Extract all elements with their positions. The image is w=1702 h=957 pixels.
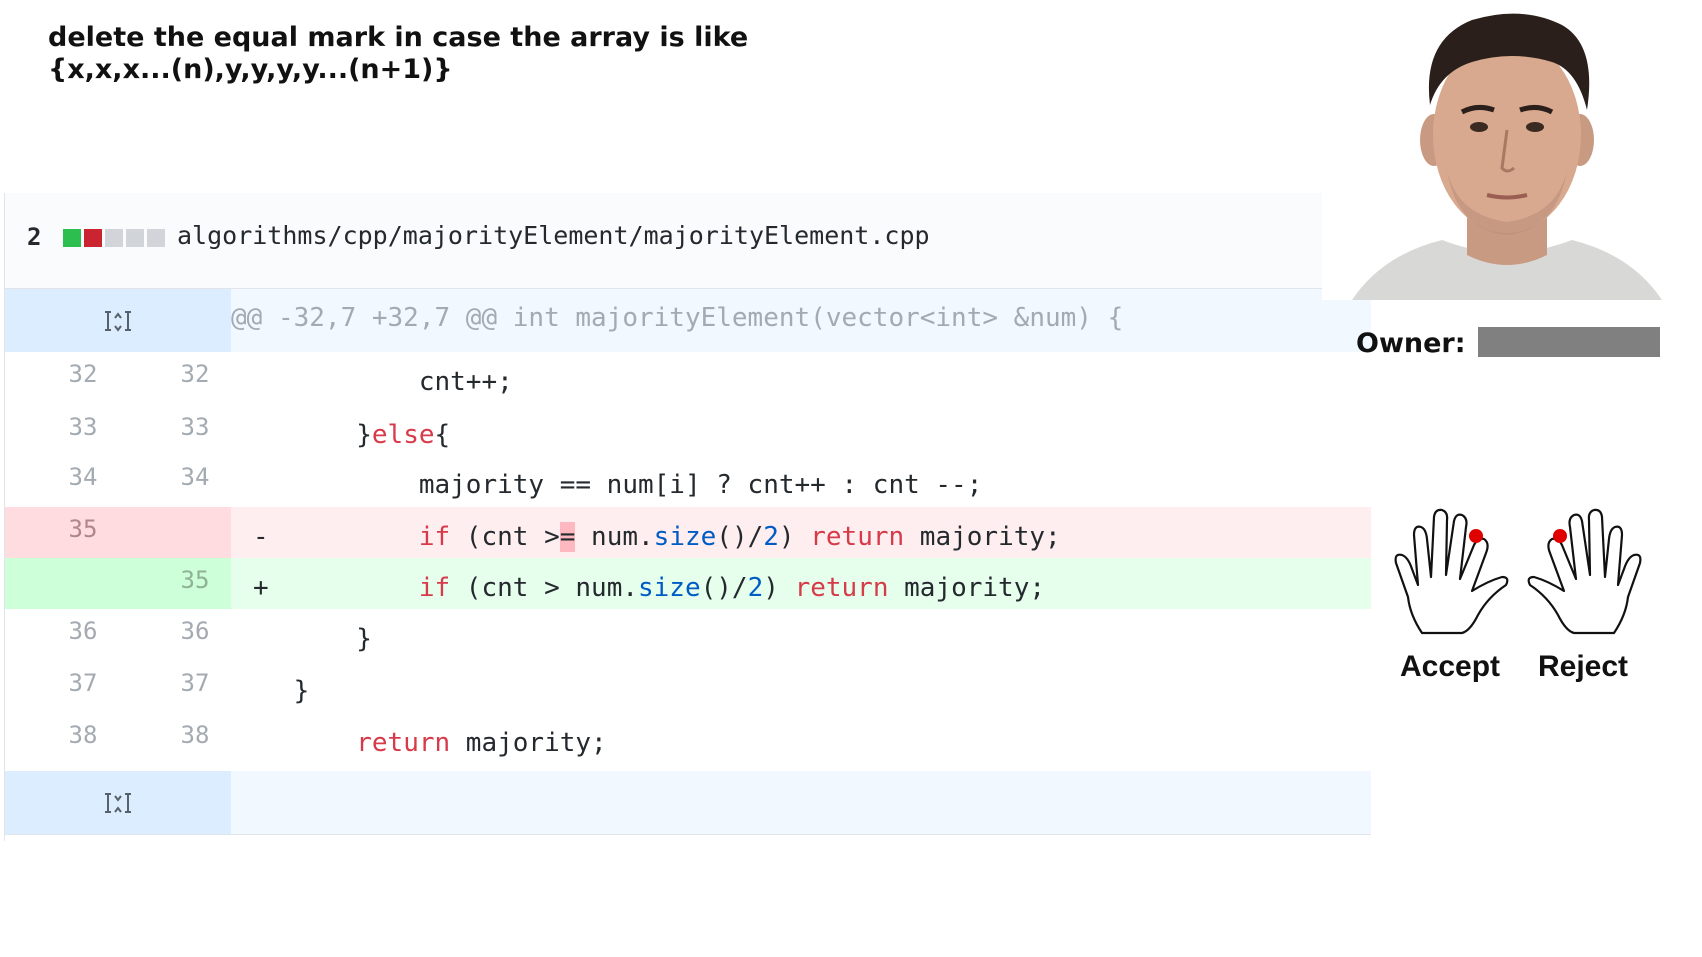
code-segment: (cnt > num. [450, 573, 638, 603]
code-text: cnt++; [231, 367, 513, 397]
code-text: if (cnt >= num.size()/2) return majority… [231, 507, 1371, 558]
old-line-number[interactable]: 33 [27, 405, 139, 455]
diff-line: 32 32 cnt++; [5, 352, 1371, 405]
old-line-number[interactable]: 35 [27, 507, 139, 558]
finger-dot [1553, 529, 1567, 543]
code-segment: majority; [450, 728, 607, 758]
owner-redacted-bar [1478, 327, 1660, 357]
code-text: }else{ [231, 405, 1371, 455]
diffstat-block-neutral [126, 229, 144, 247]
old-line-number[interactable]: 34 [27, 455, 139, 507]
code-segment: num. [575, 522, 654, 552]
change-count: 2 [27, 223, 42, 251]
old-line-number[interactable] [27, 558, 139, 609]
caption-line-1: delete the equal mark in case the array … [48, 22, 749, 53]
left-hand-icon[interactable] [1392, 505, 1512, 637]
diffstat [63, 229, 165, 247]
caption-line-2: {x,x,x...(n),y,y,y,y...(n+1)} [48, 54, 453, 85]
expand-down-icon[interactable] [101, 790, 135, 816]
file-path[interactable]: algorithms/cpp/majorityElement/majorityE… [177, 221, 930, 250]
diff-line: 34 34 majority == num[i] ? cnt++ : cnt -… [5, 455, 1371, 507]
keyword: return [356, 728, 451, 758]
owner-portrait [1322, 0, 1692, 300]
code-segment: ) [778, 522, 811, 552]
removed-character: = [559, 522, 576, 552]
finger-dot [1469, 529, 1483, 543]
old-line-number[interactable]: 36 [27, 609, 139, 661]
code-text: } [231, 676, 310, 706]
code-text: } [231, 624, 372, 654]
diff-view: 2 algorithms/cpp/majorityElement/majorit… [4, 193, 1371, 841]
code-segment: (cnt > [450, 522, 560, 552]
code-text: return majority; [231, 713, 1371, 771]
keyword: else [371, 420, 435, 450]
code-segment: { [434, 420, 451, 450]
diff-line: 36 36 } [5, 609, 1371, 661]
keyword: if [418, 522, 451, 552]
code-segment: ()/ [716, 522, 764, 552]
diff-line: 37 37 } [5, 661, 1371, 713]
function-name: size [638, 573, 701, 603]
accept-button[interactable]: Accept [1400, 650, 1500, 684]
diff-line: 33 33 }else{ [5, 405, 1371, 455]
keyword: if [418, 573, 451, 603]
code-text: majority == num[i] ? cnt++ : cnt --; [231, 470, 983, 500]
owner-label: Owner: [1356, 328, 1466, 359]
old-line-number[interactable]: 32 [27, 352, 139, 405]
hunk-header-text: @@ -32,7 +32,7 @@ int majorityElement(ve… [231, 303, 1124, 333]
code-segment: majority; [888, 573, 1046, 603]
diffstat-block-neutral [147, 229, 165, 247]
diffstat-block-added [63, 229, 81, 247]
hunk-footer-row [5, 771, 1371, 835]
old-line-number[interactable]: 38 [27, 713, 139, 771]
added-line: 35 + if (cnt > num.size()/2) return majo… [5, 558, 1371, 609]
hunk-header-row: @@ -32,7 +32,7 @@ int majorityElement(ve… [5, 289, 1371, 352]
number-literal: 2 [747, 573, 764, 603]
keyword: return [810, 522, 905, 552]
reject-button[interactable]: Reject [1538, 650, 1628, 684]
code-segment: majority; [904, 522, 1061, 552]
diffstat-block-deleted [84, 229, 102, 247]
diffstat-block-neutral [105, 229, 123, 247]
right-hand-icon[interactable] [1524, 505, 1644, 637]
code-segment: ()/ [700, 573, 748, 603]
old-line-number[interactable]: 37 [27, 661, 139, 713]
instruction-caption: delete the equal mark in case the array … [48, 22, 748, 86]
deleted-line: 35 - if (cnt >= num.size()/2) return maj… [5, 507, 1371, 558]
code-text: if (cnt > num.size()/2) return majority; [231, 558, 1371, 609]
function-name: size [653, 522, 717, 552]
expand-up-icon[interactable] [101, 308, 135, 334]
file-header: 2 algorithms/cpp/majorityElement/majorit… [5, 193, 1327, 289]
diff-line: 38 38 return majority; [5, 713, 1371, 771]
code-segment: } [231, 420, 372, 450]
keyword: return [794, 573, 889, 603]
number-literal: 2 [763, 522, 779, 552]
code-segment: ) [763, 573, 795, 603]
